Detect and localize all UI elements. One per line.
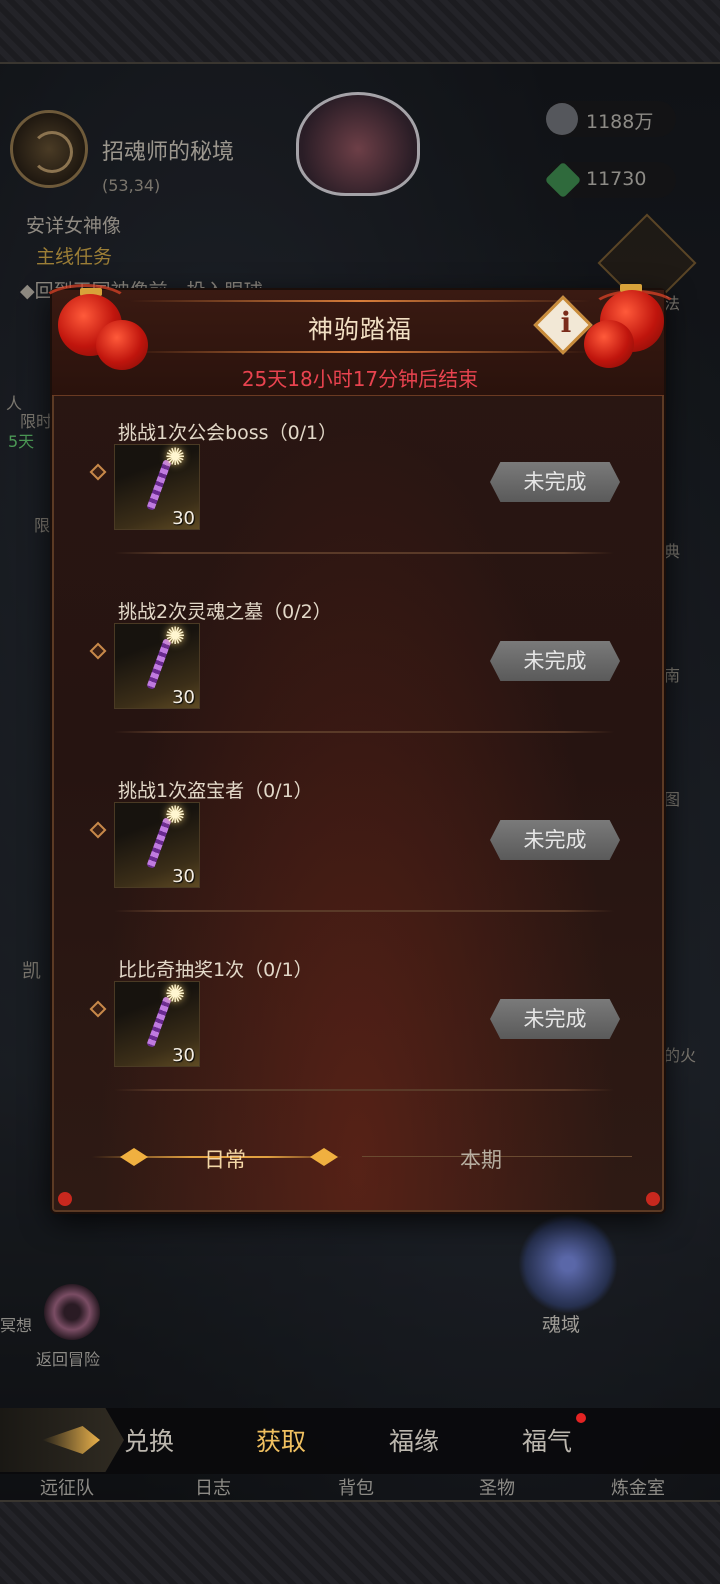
player-avatar[interactable] — [296, 92, 420, 196]
task-title: 比比奇抽奖1次（0/1） — [118, 959, 313, 981]
status-button[interactable]: 未完成 — [490, 999, 620, 1039]
sub-tab-daily[interactable]: 日常 — [204, 1144, 246, 1174]
task-title: 挑战1次盗宝者（0/1） — [118, 780, 313, 802]
quest-name[interactable]: 安详女神像 — [26, 211, 121, 238]
info-icon[interactable]: i — [556, 306, 576, 339]
reward-item[interactable]: ✺ 30 — [114, 980, 200, 1067]
task-row: 挑战1次盗宝者（0/1） ✺ 30 未完成 — [60, 758, 660, 936]
task-bullet-icon — [89, 1000, 107, 1018]
zone-emblem-icon[interactable] — [10, 110, 88, 188]
sparkle-icon: ✺ — [165, 443, 186, 471]
sub-tab-current-period[interactable]: 本期 — [460, 1144, 502, 1174]
lantern-right-small-icon — [584, 320, 634, 368]
corner-gem-left-icon — [58, 1192, 72, 1206]
tab-exchange[interactable]: 兑换 — [124, 1422, 174, 1458]
reward-quantity: 30 — [172, 687, 195, 708]
status-button[interactable]: 未完成 — [490, 820, 620, 860]
bottom-frame — [0, 1500, 720, 1584]
reward-item[interactable]: ✺ 30 — [114, 801, 200, 888]
status-button[interactable]: 未完成 — [490, 462, 620, 502]
tab-fortune-bond[interactable]: 福缘 — [389, 1422, 439, 1458]
tab-arrow-left-icon — [120, 1148, 148, 1166]
nav-backpack[interactable]: 背包 — [338, 1474, 374, 1500]
realm-label[interactable]: 魂域 — [542, 1310, 580, 1337]
nav-alchemy[interactable]: 炼金室 — [611, 1474, 665, 1500]
top-frame — [0, 0, 720, 64]
currency-stone-value: 1188万 — [586, 111, 654, 133]
task-bullet-icon — [89, 642, 107, 660]
nav-log[interactable]: 日志 — [195, 1474, 231, 1500]
nav-expedition[interactable]: 远征队 — [40, 1474, 94, 1500]
stone-icon — [546, 103, 578, 135]
gold-arrow-icon — [42, 1426, 100, 1454]
tab-arrow-right-icon — [310, 1148, 338, 1166]
tab-obtain[interactable]: 获取 — [256, 1422, 306, 1458]
realm-portal-icon[interactable] — [518, 1214, 618, 1314]
status-button[interactable]: 未完成 — [490, 641, 620, 681]
row-divider — [114, 1089, 614, 1091]
tab-blessing[interactable]: 福气 — [522, 1422, 572, 1458]
reward-item[interactable]: ✺ 30 — [114, 443, 200, 530]
notification-badge — [576, 1413, 586, 1423]
currency-stone: 1188万 — [546, 101, 676, 137]
sparkle-icon: ✺ — [165, 801, 186, 829]
task-bullet-icon — [89, 463, 107, 481]
return-portal-icon[interactable] — [44, 1284, 100, 1340]
task-bullet-icon — [89, 821, 107, 839]
return-label[interactable]: 返回冒险 — [36, 1346, 100, 1370]
zone-title: 招魂师的秘境 — [102, 140, 235, 165]
header-ornament-top — [130, 300, 590, 302]
zone-coords: (53,34) — [102, 176, 161, 195]
quest-type[interactable]: 主线任务 — [36, 242, 112, 269]
side-label-2: 典 — [664, 542, 681, 561]
meditate-label[interactable]: 冥想 — [0, 1312, 32, 1336]
sparkle-icon: ✺ — [165, 622, 186, 650]
task-row: 比比奇抽奖1次（0/1） ✺ 30 未完成 — [60, 937, 660, 1115]
popup-sub-tabs: 日常 本期 — [92, 1136, 632, 1178]
reward-quantity: 30 — [172, 1045, 195, 1066]
nav-relics[interactable]: 圣物 — [479, 1474, 515, 1500]
sparkle-icon: ✺ — [165, 980, 186, 1008]
task-row: 挑战2次灵魂之墓（0/2） ✺ 30 未完成 — [60, 579, 660, 757]
currency-gem: 11730 — [544, 161, 676, 199]
left-stub-5: 凯 — [22, 960, 42, 982]
side-label-3: 南 — [664, 666, 681, 685]
currency-gem-value: 11730 — [586, 168, 647, 190]
row-divider — [114, 731, 614, 733]
task-title: 挑战1次公会boss（0/1） — [118, 422, 338, 444]
row-divider — [114, 552, 614, 554]
tab-back-button[interactable] — [0, 1408, 124, 1472]
task-row: 挑战1次公会boss（0/1） ✺ 30 未完成 — [60, 400, 660, 578]
row-divider — [114, 910, 614, 912]
reward-quantity: 30 — [172, 866, 195, 887]
left-stub-4: 限 — [34, 516, 51, 535]
reward-quantity: 30 — [172, 508, 195, 529]
left-stub-3: 5天 — [8, 432, 35, 451]
side-label-4: 图 — [664, 790, 681, 809]
header-ornament-bottom — [130, 351, 590, 353]
reward-item[interactable]: ✺ 30 — [114, 622, 200, 709]
lantern-left-small-icon — [96, 320, 148, 370]
side-label-5: 的火 — [664, 1046, 697, 1065]
task-title: 挑战2次灵魂之墓（0/2） — [118, 601, 332, 623]
corner-gem-right-icon — [646, 1192, 660, 1206]
